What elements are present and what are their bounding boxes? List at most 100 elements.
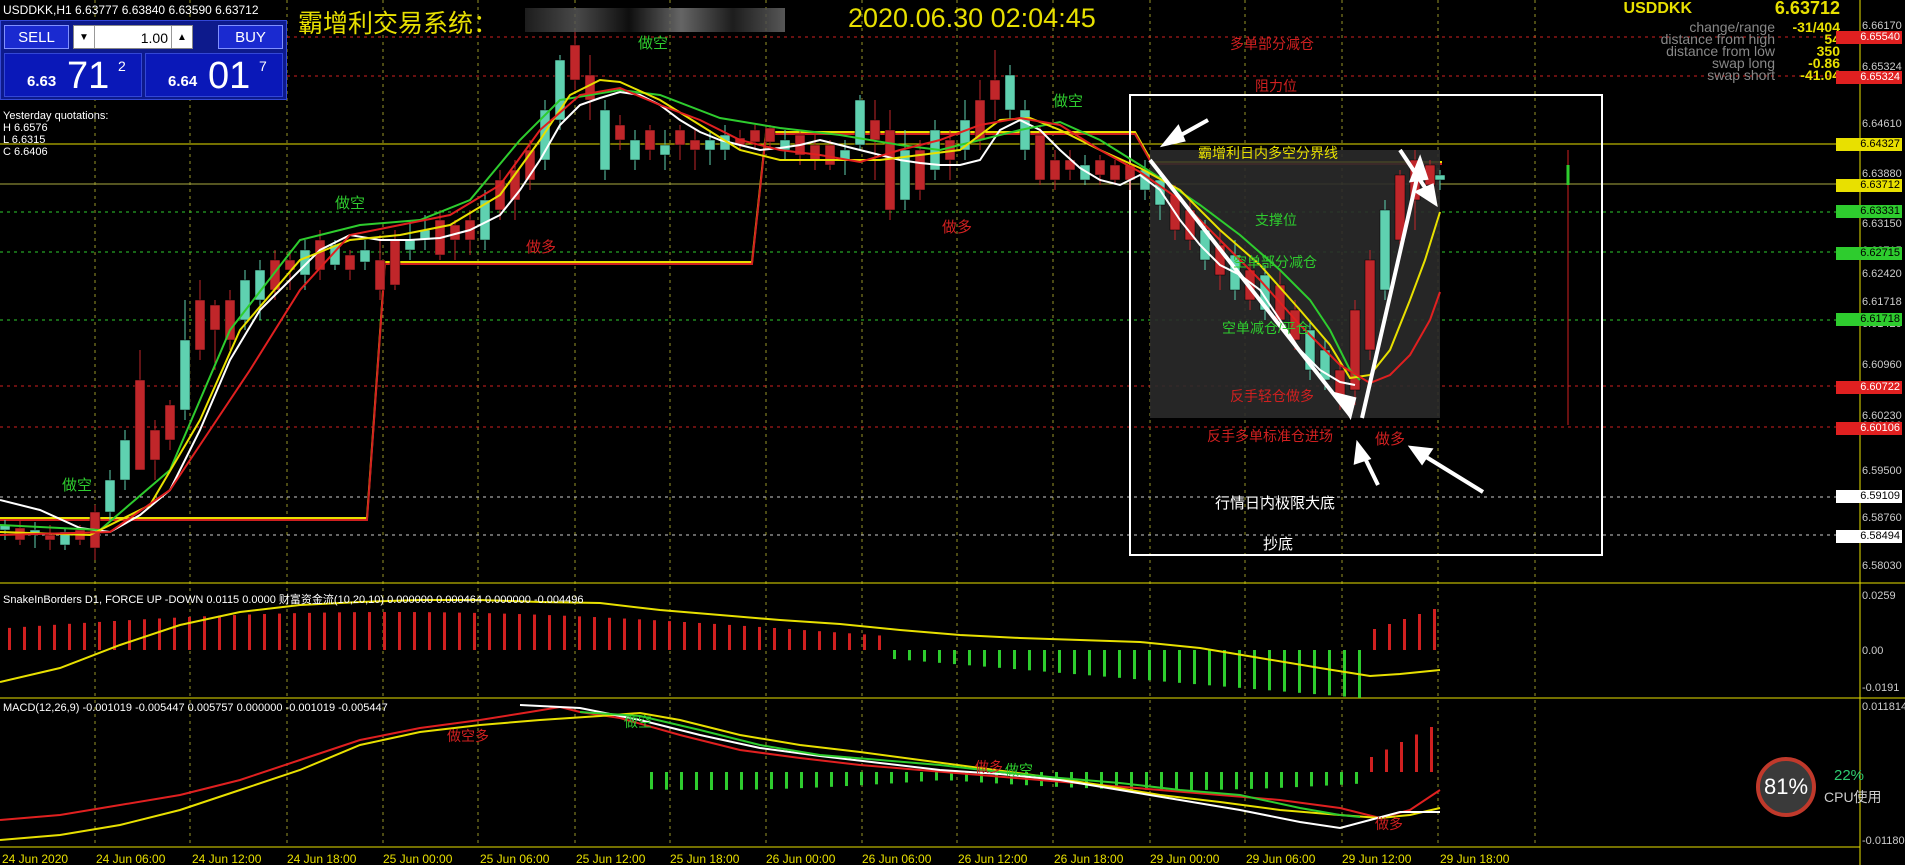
- candle-body: [209, 304, 221, 331]
- snake-bar: [263, 614, 266, 650]
- label-close-short: 空单减仓/平仓: [1222, 320, 1310, 336]
- snake-bar: [848, 633, 851, 650]
- price-badge: 6.58494: [1836, 530, 1902, 543]
- snake-bar: [1208, 650, 1211, 686]
- snake-bar: [1373, 629, 1376, 650]
- macd-bar: [785, 772, 788, 789]
- candle-body: [704, 139, 716, 151]
- snake-bar: [368, 612, 371, 650]
- macd-bar: [1205, 772, 1208, 790]
- snake-bar: [1073, 650, 1076, 675]
- lot-value[interactable]: 1.00: [98, 26, 168, 50]
- macd-bar: [740, 772, 743, 790]
- macd-label: 做空多: [447, 728, 489, 744]
- snake-bar: [638, 619, 641, 650]
- snake-bar: [1343, 650, 1346, 697]
- candle-body: [344, 254, 356, 271]
- snake-bar: [938, 650, 941, 663]
- snake-bar: [593, 617, 596, 650]
- label-support: 支撑位: [1255, 212, 1297, 228]
- snake-bar: [293, 613, 296, 650]
- price-badge: 6.59109: [1836, 490, 1902, 503]
- snake-bar: [278, 613, 281, 650]
- yesterday-quotations: Yesterday quotations: H 6.6576 L 6.6315 …: [3, 110, 108, 158]
- snake-bar: [383, 612, 386, 650]
- cpu-ring: 81%: [1756, 757, 1816, 817]
- time-tick: 26 Jun 00:00: [766, 852, 836, 865]
- candle-body: [404, 239, 416, 251]
- snake-bar: [503, 613, 506, 650]
- buy-quote[interactable]: 6.64 01 7: [145, 53, 283, 97]
- snake-bar: [968, 650, 971, 666]
- candle-body: [1034, 134, 1046, 181]
- candle-body: [749, 129, 761, 143]
- macd-bar: [920, 772, 923, 782]
- label-extreme-bottom: 行情日内极限大底: [1215, 495, 1336, 512]
- time-tick: 25 Jun 06:00: [480, 852, 550, 865]
- snake-bar: [1328, 650, 1331, 696]
- macd-bar: [725, 772, 728, 790]
- time-tick: 24 Jun 18:00: [287, 852, 357, 865]
- label-long: 做多: [1375, 431, 1406, 448]
- candle-body: [689, 139, 701, 151]
- macd-bar: [800, 772, 803, 789]
- time-tick: 24 Jun 06:00: [96, 852, 166, 865]
- snake-bar: [788, 629, 791, 650]
- snake-bar: [698, 622, 701, 650]
- time-tick: 24 Jun 2020: [2, 852, 69, 865]
- macd-bar: [845, 772, 848, 787]
- price-tick: 6.64610: [1862, 118, 1902, 130]
- candle-body: [599, 109, 611, 171]
- snake-bar: [323, 612, 326, 650]
- macd-bar: [860, 772, 863, 786]
- price-badge: 6.62715: [1836, 247, 1902, 260]
- snake-bar: [773, 627, 776, 650]
- vertical-gridlines: [94, 0, 1536, 847]
- macd-bar: [1235, 772, 1238, 790]
- snake-bar: [233, 615, 236, 650]
- macd-bar: [650, 772, 653, 790]
- candle-body: [629, 139, 641, 161]
- macd-label: 做空: [1005, 762, 1033, 778]
- snake-bar: [623, 618, 626, 650]
- snake-bar: [908, 650, 911, 661]
- snake-bar: [83, 622, 86, 650]
- lot-up-icon[interactable]: ▲: [171, 26, 192, 48]
- label-long: 做多: [526, 239, 557, 256]
- snake-bar: [548, 615, 551, 650]
- macd-bar: [1385, 749, 1388, 772]
- macd-bar: [890, 772, 893, 784]
- snake-bar: [713, 623, 716, 650]
- macd-bar: [1415, 734, 1418, 772]
- buy-button[interactable]: BUY: [218, 25, 283, 49]
- candle-body: [569, 44, 581, 81]
- snake-bar: [53, 624, 56, 650]
- lot-down-icon[interactable]: ▼: [74, 26, 95, 48]
- snake-bar: [953, 650, 956, 665]
- price-tick: 6.58030: [1862, 560, 1902, 572]
- ind2-scale-bottom: -0.01180: [1862, 835, 1905, 847]
- sell-button[interactable]: SELL: [4, 25, 69, 49]
- one-click-trading-panel: SELL ▼ 1.00 ▲ BUY 6.63 71 2 6.64 01 7: [0, 20, 287, 100]
- snake-bar: [668, 621, 671, 650]
- time-tick: 25 Jun 18:00: [670, 852, 740, 865]
- snake-bar: [653, 620, 656, 650]
- candle-body: [659, 144, 671, 156]
- candle-body: [869, 119, 881, 141]
- candle-body: [389, 239, 401, 286]
- snake-bar: [38, 625, 41, 650]
- lot-size-field[interactable]: ▼ 1.00 ▲: [73, 25, 193, 49]
- label-short: 做空: [62, 477, 93, 494]
- price-badge: 6.63712: [1836, 179, 1902, 192]
- snake-bar: [1148, 650, 1151, 681]
- price-chart[interactable]: [0, 0, 1905, 865]
- macd-bar: [680, 772, 683, 790]
- macd-bar: [710, 772, 713, 790]
- price-tick: 6.62420: [1862, 268, 1902, 280]
- candle-body: [359, 249, 371, 263]
- snake-bar: [1253, 650, 1256, 690]
- candle-body: [1379, 209, 1391, 291]
- clock: 2020.06.30 02:04:45: [848, 3, 1096, 33]
- snake-bar: [1268, 650, 1271, 691]
- sell-quote[interactable]: 6.63 71 2: [4, 53, 142, 97]
